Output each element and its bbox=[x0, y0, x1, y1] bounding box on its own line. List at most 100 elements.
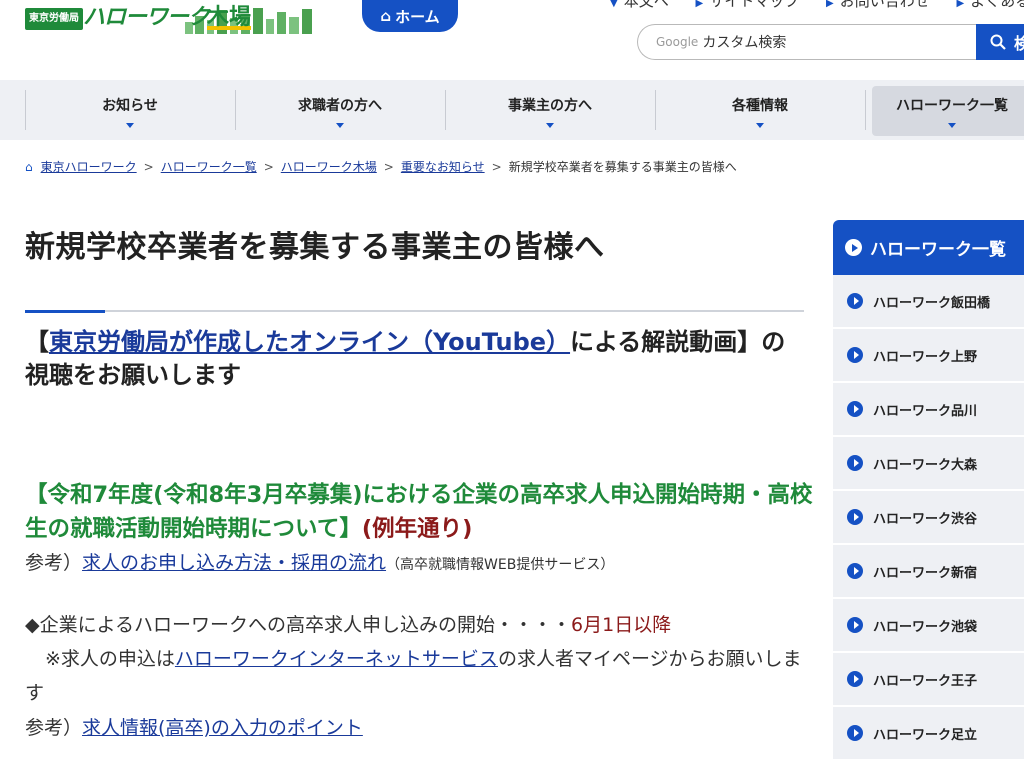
search-icon bbox=[990, 34, 1006, 50]
caret-down-icon bbox=[756, 123, 764, 128]
nav-label: お知らせ bbox=[102, 95, 158, 115]
arrow-circle-icon bbox=[847, 617, 863, 633]
nav-label: 事業主の方へ bbox=[508, 95, 592, 115]
home-icon: ⌂ bbox=[25, 160, 33, 174]
link-faq[interactable]: ▶よくある bbox=[957, 0, 1024, 10]
application-flow-link[interactable]: 求人のお申し込み方法・採用の流れ bbox=[82, 552, 386, 574]
nav-item-employers[interactable]: 事業主の方へ bbox=[445, 86, 655, 136]
bullet-text: ◆企業によるハローワークへの高卒求人申し込みの開始・・・・ bbox=[25, 614, 571, 636]
caret-down-icon bbox=[336, 123, 344, 128]
logo-name: ハローワーク bbox=[83, 2, 209, 34]
sidebar-item-ikebukuro[interactable]: ハローワーク池袋 bbox=[833, 599, 1024, 653]
breadcrumb-separator: > bbox=[492, 160, 502, 174]
sidebar-item-label: ハローワーク上野 bbox=[873, 346, 977, 365]
nav-label: 求職者の方へ bbox=[298, 95, 382, 115]
video-heading: 【東京労働局が作成したオンライン（YouTube）による解説動画】の視聴をお願い… bbox=[25, 326, 805, 392]
home-icon: ⌂ bbox=[380, 7, 391, 25]
arrow-circle-icon bbox=[847, 563, 863, 579]
reference-prefix: 参考） bbox=[25, 717, 82, 739]
triangle-icon: ▶ bbox=[696, 0, 704, 9]
utility-links: ▼本文へ ▶サイトマップ ▶お問い合わせ ▶よくある bbox=[610, 0, 1024, 11]
home-button-label: ホーム bbox=[395, 6, 440, 27]
title-divider bbox=[25, 310, 804, 312]
sidebar-item-label: ハローワーク池袋 bbox=[873, 616, 977, 635]
caret-down-icon bbox=[126, 123, 134, 128]
reference-note: （高卒就職情報WEB提供サービス） bbox=[386, 557, 614, 573]
sidebar-item-omori[interactable]: ハローワーク大森 bbox=[833, 437, 1024, 491]
logo-badge: 東京労働局 bbox=[25, 8, 83, 30]
link-skip-to-content[interactable]: ▼本文へ bbox=[610, 0, 669, 10]
triangle-icon: ▶ bbox=[957, 0, 965, 9]
sidebar-item-shinagawa[interactable]: ハローワーク品川 bbox=[833, 383, 1024, 437]
arrow-circle-icon bbox=[847, 455, 863, 471]
nav-divider bbox=[865, 90, 866, 130]
sidebar-item-iidabashi[interactable]: ハローワーク飯田橋 bbox=[833, 275, 1024, 329]
nav-label: ハローワーク一覧 bbox=[896, 95, 1008, 115]
link-contact[interactable]: ▶お問い合わせ bbox=[826, 0, 930, 10]
reference-line-2: 参考）求人情報(高卒)の入力のポイント bbox=[25, 713, 815, 743]
title-divider-accent bbox=[25, 310, 105, 313]
nav-label: 各種情報 bbox=[732, 95, 788, 115]
sidebar-item-label: ハローワーク大森 bbox=[873, 454, 977, 473]
search-placeholder: カスタム検索 bbox=[702, 32, 786, 52]
arrow-circle-icon bbox=[847, 671, 863, 687]
application-start-info: ◆企業によるハローワークへの高卒求人申し込みの開始・・・・6月1日以降 ※求人の… bbox=[25, 608, 815, 710]
arrow-circle-icon bbox=[847, 293, 863, 309]
arrow-circle-icon bbox=[847, 725, 863, 741]
search-button[interactable]: 検 bbox=[976, 24, 1024, 60]
schedule-heading-note: (例年通り) bbox=[362, 516, 473, 542]
schedule-heading: 【令和7年度(令和8年3月卒募集)における企業の高卒求人申込開始時期・高校生の就… bbox=[25, 478, 815, 546]
search-input[interactable]: Google カスタム検索 bbox=[637, 24, 977, 60]
breadcrumb-link[interactable]: 重要なお知らせ bbox=[401, 158, 485, 175]
breadcrumb-separator: > bbox=[384, 160, 394, 174]
nav-item-job-seekers[interactable]: 求職者の方へ bbox=[235, 86, 445, 136]
reference-prefix: 参考） bbox=[25, 552, 82, 574]
sidebar-item-label: ハローワーク新宿 bbox=[873, 562, 977, 581]
triangle-icon: ▶ bbox=[826, 0, 834, 9]
sidebar: ハローワーク一覧 ハローワーク飯田橋 ハローワーク上野 ハローワーク品川 ハロー… bbox=[833, 220, 1024, 761]
arrow-circle-icon bbox=[847, 509, 863, 525]
breadcrumb: ⌂ 東京ハローワーク > ハローワーク一覧 > ハローワーク木場 > 重要なお知らせ >… bbox=[25, 158, 737, 175]
input-points-link[interactable]: 求人情報(高卒)の入力のポイント bbox=[82, 717, 363, 739]
sidebar-item-label: ハローワーク渋谷 bbox=[873, 508, 977, 527]
arrow-circle-icon bbox=[847, 401, 863, 417]
breadcrumb-separator: > bbox=[264, 160, 274, 174]
triangle-icon: ▼ bbox=[610, 0, 618, 9]
global-nav: お知らせ 求職者の方へ 事業主の方へ 各種情報 ハローワーク一覧 bbox=[0, 80, 1024, 140]
youtube-video-link[interactable]: 東京労働局が作成したオンライン（YouTube） bbox=[49, 328, 570, 356]
internet-service-link[interactable]: ハローワークインターネットサービス bbox=[175, 648, 498, 670]
site-logo[interactable]: 東京労働局 ハローワーク 木場 bbox=[25, 2, 315, 34]
heading-text: 【 bbox=[25, 328, 49, 356]
logo-branch: 木場 bbox=[207, 2, 251, 34]
sidebar-header[interactable]: ハローワーク一覧 bbox=[833, 220, 1024, 275]
sidebar-item-label: ハローワーク品川 bbox=[873, 400, 977, 419]
link-sitemap[interactable]: ▶サイトマップ bbox=[696, 0, 800, 10]
sidebar-title: ハローワーク一覧 bbox=[870, 235, 1006, 260]
sidebar-item-adachi[interactable]: ハローワーク足立 bbox=[833, 707, 1024, 761]
search-button-label: 検 bbox=[1014, 30, 1024, 54]
nav-item-info[interactable]: 各種情報 bbox=[655, 86, 865, 136]
breadcrumb-separator: > bbox=[144, 160, 154, 174]
start-date: 6月1日以降 bbox=[571, 614, 671, 636]
breadcrumb-link[interactable]: ハローワーク木場 bbox=[281, 158, 377, 175]
nav-item-hellowork-list[interactable]: ハローワーク一覧 bbox=[872, 86, 1024, 136]
sidebar-item-oji[interactable]: ハローワーク王子 bbox=[833, 653, 1024, 707]
site-header: 東京労働局 ハローワーク 木場 ⌂ ホーム ▼本文へ ▶サイトマップ ▶お問い合… bbox=[0, 0, 1024, 80]
breadcrumb-link[interactable]: ハローワーク一覧 bbox=[161, 158, 257, 175]
note-text: ※求人の申込は bbox=[25, 648, 175, 670]
arrow-circle-icon bbox=[845, 239, 862, 256]
breadcrumb-link[interactable]: 東京ハローワーク bbox=[41, 158, 137, 175]
nav-item-news[interactable]: お知らせ bbox=[25, 86, 235, 136]
home-button[interactable]: ⌂ ホーム bbox=[362, 0, 458, 32]
sidebar-item-ueno[interactable]: ハローワーク上野 bbox=[833, 329, 1024, 383]
reference-line: 参考）求人のお申し込み方法・採用の流れ（高卒就職情報WEB提供サービス） bbox=[25, 548, 815, 580]
sidebar-item-label: ハローワーク足立 bbox=[873, 724, 977, 743]
google-label: Google bbox=[656, 35, 698, 49]
sidebar-item-shibuya[interactable]: ハローワーク渋谷 bbox=[833, 491, 1024, 545]
arrow-circle-icon bbox=[847, 347, 863, 363]
caret-down-icon bbox=[546, 123, 554, 128]
sidebar-item-label: ハローワーク飯田橋 bbox=[873, 292, 990, 311]
sidebar-item-shinjuku[interactable]: ハローワーク新宿 bbox=[833, 545, 1024, 599]
caret-down-icon bbox=[948, 123, 956, 128]
page-title: 新規学校卒業者を募集する事業主の皆様へ bbox=[25, 222, 605, 266]
